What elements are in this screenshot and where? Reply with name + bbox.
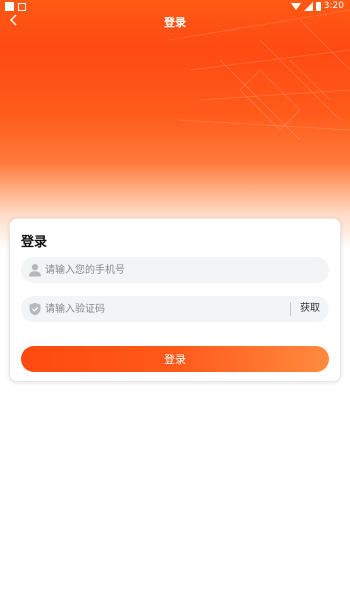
- notification-a-icon: [18, 3, 26, 11]
- login-button[interactable]: 登录: [21, 346, 329, 372]
- battery-icon: [315, 1, 321, 11]
- card-title: 登录: [21, 235, 48, 250]
- status-system: 3:20: [290, 1, 344, 11]
- shield-check-icon: [29, 302, 41, 316]
- phone-field: [21, 257, 329, 283]
- code-input[interactable]: [45, 296, 285, 322]
- user-icon: [29, 264, 41, 277]
- get-code-button[interactable]: 获取: [300, 296, 320, 322]
- decorative-lines: [169, 9, 350, 141]
- login-card: 登录 获取 登录: [9, 218, 341, 382]
- login-screen: 3:20 登录 登录 获取 登录: [0, 0, 350, 600]
- nav-bar: 登录: [0, 12, 350, 32]
- phone-input[interactable]: [45, 257, 285, 283]
- header-background: [0, 0, 350, 250]
- signal-icon: [303, 1, 313, 11]
- page-title: 登录: [164, 16, 186, 29]
- status-notifications: [5, 2, 26, 11]
- wifi-icon: [290, 2, 301, 10]
- notification-icon: [5, 2, 14, 11]
- divider: [290, 302, 291, 316]
- status-time: 3:20: [323, 1, 344, 11]
- code-field: 获取: [21, 296, 329, 322]
